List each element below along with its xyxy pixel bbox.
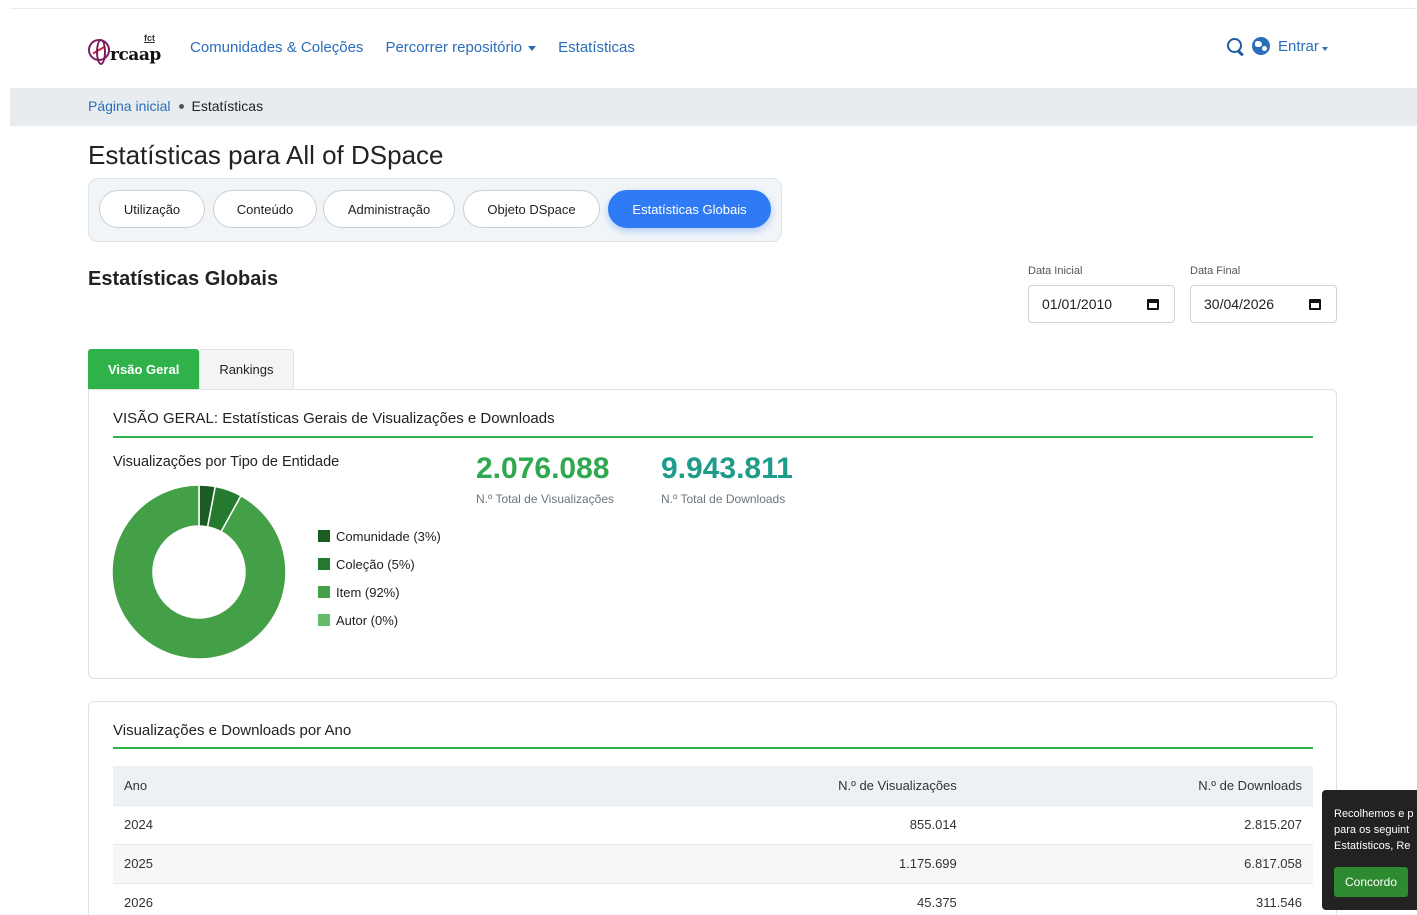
entity-type-donut-chart	[111, 484, 287, 660]
legend-swatch	[318, 530, 330, 542]
total-downloads-label: N.º Total de Downloads	[661, 492, 786, 506]
donut-slice-2[interactable]	[111, 484, 287, 660]
yearly-table: Ano N.º de Visualizações N.º de Download…	[113, 766, 1313, 915]
calendar-icon[interactable]	[1147, 299, 1159, 310]
cell-downloads: 311.546	[967, 882, 1313, 915]
search-icon[interactable]	[1226, 37, 1244, 55]
yearly-card: Visualizações e Downloads por Ano Ano N.…	[88, 701, 1337, 915]
nav-browse-repository[interactable]: Percorrer repositório	[385, 39, 537, 56]
end-date-input[interactable]: 30/04/2026	[1190, 285, 1337, 323]
start-date-value: 01/01/2010	[1042, 296, 1113, 312]
content-tabs: Visão Geral Rankings	[88, 349, 294, 389]
calendar-icon[interactable]	[1309, 299, 1321, 310]
breadcrumb-bar: Página inicial Estatísticas	[10, 88, 1417, 126]
nav-browse-label: Percorrer repositório	[385, 39, 523, 56]
header-year: Ano	[124, 777, 148, 793]
main-nav: Comunidades & Coleções Percorrer reposit…	[190, 39, 635, 56]
table-row: 2026 45.375 311.546	[113, 882, 1313, 915]
header-downloads: N.º de Downloads	[1198, 777, 1302, 793]
cell-downloads: 6.817.058	[967, 843, 1313, 883]
top-navbar: fct rcaap Comunidades & Coleções Percorr…	[10, 8, 1417, 88]
header-views: N.º de Visualizações	[838, 777, 957, 793]
end-date-label: Data Final	[1190, 265, 1241, 277]
table-header-row: Ano N.º de Visualizações N.º de Download…	[113, 766, 1313, 805]
cell-year: 2026	[113, 882, 253, 915]
nav-communities-collections[interactable]: Comunidades & Coleções	[190, 39, 363, 56]
overview-title: VISÃO GERAL: Estatísticas Gerais de Visu…	[113, 410, 555, 427]
legend-swatch	[318, 614, 330, 626]
report-tabs: Utilização Conteúdo Administração Objeto…	[88, 178, 782, 242]
tab-rankings[interactable]: Rankings	[199, 349, 294, 389]
legend-swatch	[318, 558, 330, 570]
chevron-down-icon	[1321, 46, 1328, 51]
cookie-text-line: Recolhemos e p	[1334, 808, 1414, 820]
end-date-value: 30/04/2026	[1204, 296, 1275, 312]
cookie-banner: Recolhemos e p para os seguint Estatísti…	[1322, 790, 1417, 910]
legend-item[interactable]: Autor (0%)	[318, 606, 441, 634]
logo-name-text: rcaap	[110, 45, 161, 65]
cell-year: 2025	[113, 843, 253, 883]
page-title: Estatísticas para All of DSpace	[88, 140, 444, 170]
login-label: Entrar	[1278, 37, 1319, 55]
header-actions: Entrar	[1226, 37, 1328, 55]
cell-views: 45.375	[252, 882, 968, 915]
cell-year: 2024	[113, 804, 253, 844]
table-row: 2024 855.014 2.815.207	[113, 804, 1313, 844]
tab-visao-geral[interactable]: Visão Geral	[88, 349, 200, 389]
chart-title: Visualizações por Tipo de Entidade	[113, 454, 340, 470]
chart-legend: Comunidade (3%) Coleção (5%) Item (92%) Aut…	[318, 522, 441, 634]
yearly-title: Visualizações e Downloads por Ano	[113, 722, 352, 739]
login-menu[interactable]: Entrar	[1278, 38, 1328, 55]
total-views-value: 2.076.088	[476, 452, 610, 485]
legend-label: Comunidade (3%)	[336, 528, 441, 544]
section-title: Estatísticas Globais	[88, 268, 279, 290]
legend-item[interactable]: Comunidade (3%)	[318, 522, 441, 550]
rcaap-logo[interactable]: fct rcaap	[88, 33, 170, 67]
legend-label: Coleção (5%)	[336, 556, 415, 572]
total-downloads-value: 9.943.811	[661, 452, 793, 485]
tab-administracao[interactable]: Administração	[323, 190, 455, 228]
end-date-group: Data Final 30/04/2026	[1190, 265, 1337, 323]
chevron-down-icon	[528, 45, 537, 51]
breadcrumb: Página inicial Estatísticas	[88, 98, 263, 114]
total-views-label: N.º Total de Visualizações	[476, 492, 615, 506]
cell-views: 1.175.699	[252, 843, 968, 883]
table-row: 2025 1.175.699 6.817.058	[113, 843, 1313, 883]
legend-item[interactable]: Item (92%)	[318, 578, 441, 606]
legend-swatch	[318, 586, 330, 598]
start-date-input[interactable]: 01/01/2010	[1028, 285, 1175, 323]
legend-label: Autor (0%)	[336, 612, 399, 628]
language-globe-icon[interactable]	[1252, 37, 1270, 55]
tab-utilizacao[interactable]: Utilização	[99, 190, 205, 228]
cookie-text-line: Estatísticos, Re	[1334, 840, 1411, 852]
cell-views: 855.014	[252, 804, 968, 844]
legend-label: Item (92%)	[336, 584, 400, 600]
title-divider	[113, 436, 1313, 438]
globe-logo-icon	[88, 39, 110, 65]
tab-objeto-dspace[interactable]: Objeto DSpace	[463, 190, 600, 228]
title-divider	[113, 747, 1313, 749]
breadcrumb-current: Estatísticas	[191, 98, 264, 114]
cookie-accept-button[interactable]: Concordo	[1334, 867, 1408, 897]
start-date-label: Data Inicial	[1028, 265, 1083, 277]
total-views-stat: 2.076.088 N.º Total de Visualizações	[476, 452, 614, 506]
overview-card: VISÃO GERAL: Estatísticas Gerais de Visu…	[88, 389, 1337, 679]
total-downloads-stat: 9.943.811 N.º Total de Downloads	[661, 452, 793, 506]
start-date-group: Data Inicial 01/01/2010	[1028, 265, 1175, 323]
breadcrumb-home[interactable]: Página inicial	[88, 98, 171, 114]
breadcrumb-separator	[178, 103, 184, 109]
legend-item[interactable]: Coleção (5%)	[318, 550, 441, 578]
tab-estatisticas-globais[interactable]: Estatísticas Globais	[608, 190, 771, 228]
cookie-text-line: para os seguint	[1334, 824, 1410, 836]
tab-conteudo[interactable]: Conteúdo	[213, 190, 317, 228]
cell-downloads: 2.815.207	[967, 804, 1313, 844]
nav-statistics[interactable]: Estatísticas	[558, 39, 635, 56]
logo-fct-text: fct	[144, 33, 155, 43]
